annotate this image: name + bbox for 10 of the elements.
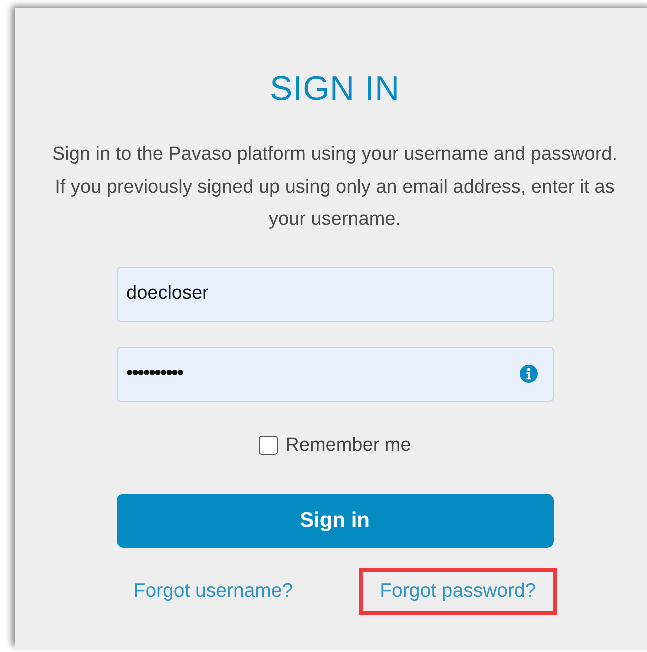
username-field[interactable]: doecloser [116, 266, 554, 322]
info-icon[interactable] [520, 364, 538, 382]
forgot-link[interactable]: Forgot password? [359, 568, 558, 614]
remember-checkbox[interactable] [258, 436, 278, 455]
forgot-link[interactable]: Forgot username? [112, 568, 314, 614]
remember-label: Remember me [286, 434, 412, 456]
sign-in-button[interactable]: Sign in [116, 494, 554, 548]
password-field[interactable]: •••••••••• [116, 346, 554, 402]
page-title: SIGN IN [270, 70, 400, 109]
intro-text: Sign in to the Pavaso platform using your username and password. If you previously signed up using only an email address, enter it as your username. [51, 143, 619, 232]
